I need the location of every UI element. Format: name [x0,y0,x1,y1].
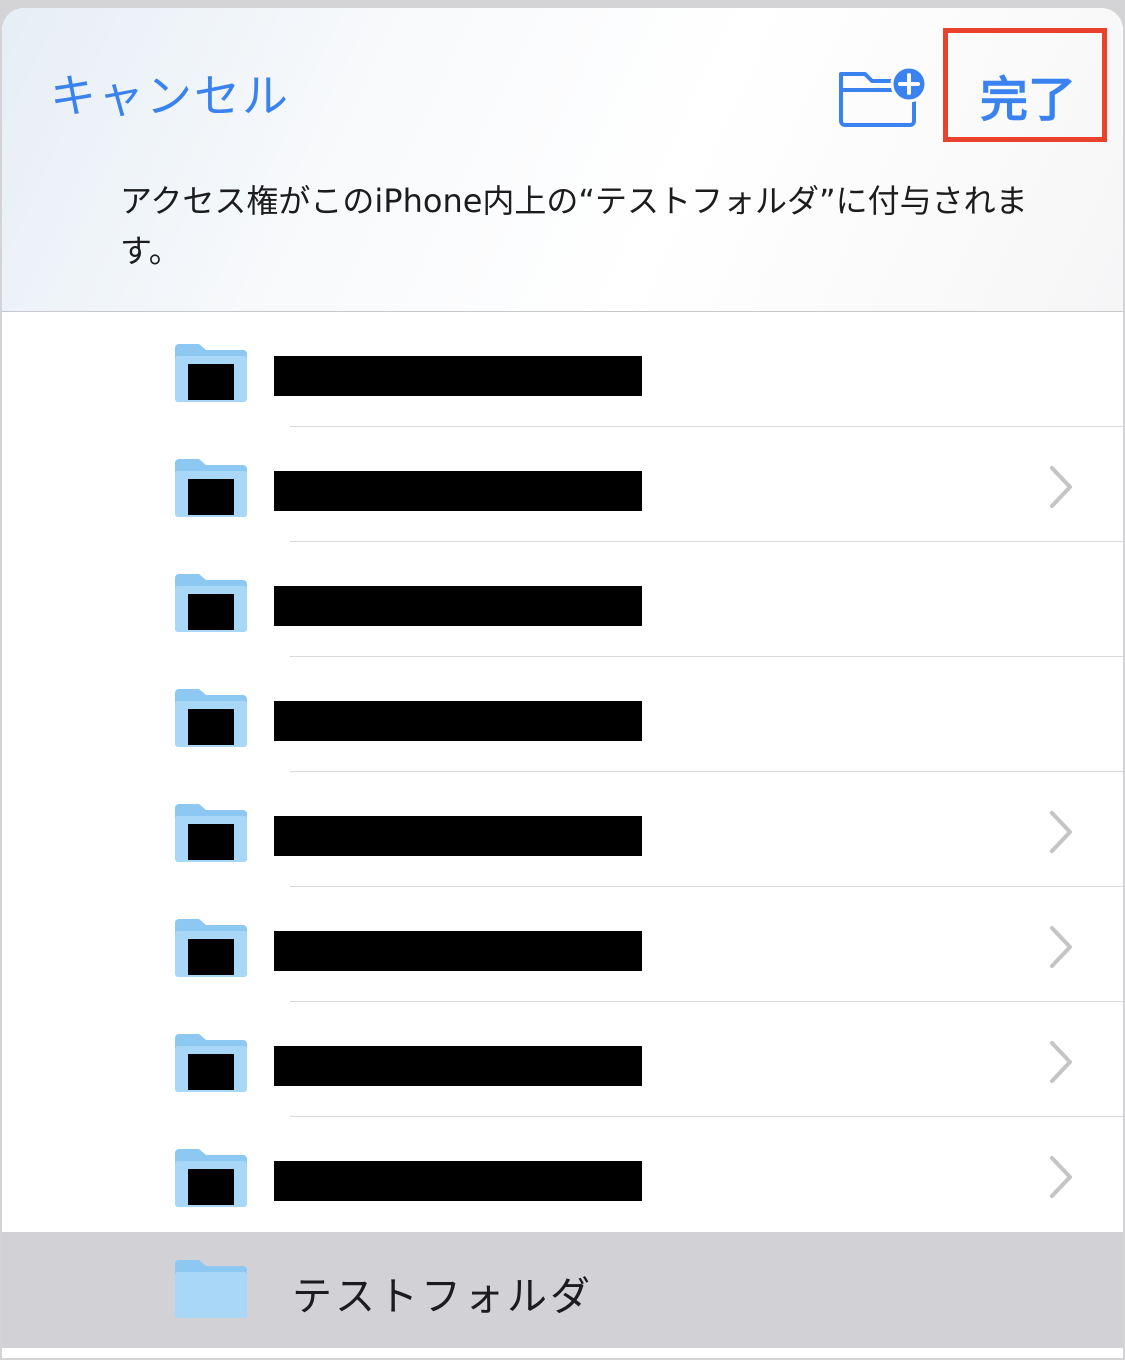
picker-header: キャンセル 完了 アクセス権がこのiPhone内上の“テストフォルダ”に付与され… [2,8,1123,312]
folder-icon [175,919,247,977]
folder-icon [175,1034,247,1092]
folder-name-redacted [274,1046,642,1086]
folder-row[interactable] [2,542,1123,657]
chevron-right-icon [1050,1041,1072,1083]
folder-row[interactable] [2,1002,1123,1117]
folder-row-selected[interactable]: テストフォルダ [2,1232,1123,1348]
folder-icon [175,574,247,632]
folder-name-redacted [274,816,642,856]
folder-icon [175,459,247,517]
folder-row[interactable] [2,312,1123,427]
folder-name-redacted [274,586,642,626]
folder-row[interactable] [2,887,1123,1002]
folder-row[interactable] [2,1117,1123,1232]
folder-name-redacted [274,701,642,741]
folder-list [2,312,1123,1232]
folder-name-redacted [274,931,642,971]
chevron-right-icon [1050,466,1072,508]
cancel-button[interactable]: キャンセル [50,60,290,126]
folder-row[interactable] [2,427,1123,542]
folder-name-redacted [274,356,642,396]
folder-name: テストフォルダ [292,1274,593,1320]
folder-picker-sheet: キャンセル 完了 アクセス権がこのiPhone内上の“テストフォルダ”に付与され… [2,8,1123,1358]
folder-icon [175,344,247,402]
folder-icon [175,1149,247,1207]
folder-plus-icon[interactable] [835,60,927,132]
access-message: アクセス権がこのiPhone内上の“テストフォルダ”に付与されます。 [120,182,1028,270]
chevron-right-icon [1050,811,1072,853]
folder-icon [175,1260,247,1318]
folder-icon [175,804,247,862]
folder-name-redacted [274,471,642,511]
folder-icon [175,689,247,747]
chevron-right-icon [1050,926,1072,968]
folder-name-redacted [274,1161,642,1201]
folder-row[interactable] [2,657,1123,772]
folder-row[interactable] [2,772,1123,887]
done-button[interactable]: 完了 [980,60,1076,130]
chevron-right-icon [1050,1156,1072,1198]
